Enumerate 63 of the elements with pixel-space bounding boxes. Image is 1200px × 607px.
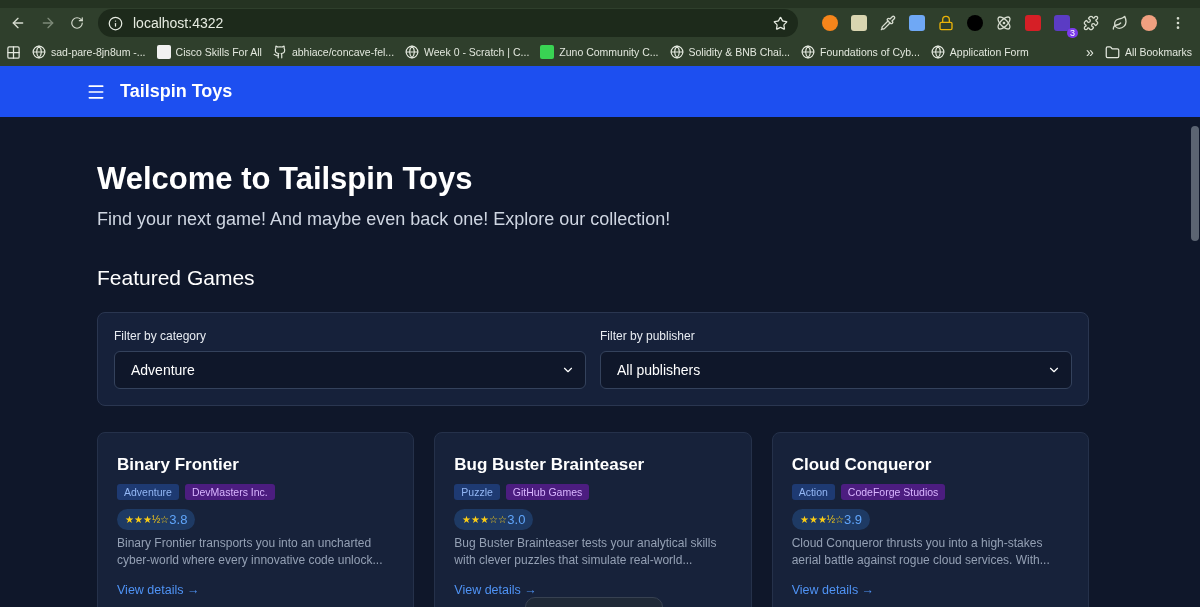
filter-select[interactable]: All publishers: [600, 351, 1072, 389]
folder-icon: [1104, 44, 1120, 60]
globe-icon: [405, 45, 420, 59]
category-tag: Action: [791, 484, 835, 500]
section-heading: Featured Games: [97, 266, 256, 290]
count-badge: 3: [1067, 28, 1078, 38]
bookmark-link[interactable]: Cisco Skills For All: [156, 45, 262, 59]
category-tag: Puzzle: [454, 484, 500, 500]
reload-button[interactable]: [70, 16, 84, 30]
game-title: Binary Frontier: [117, 455, 240, 475]
rating-value: 3.8: [169, 512, 188, 527]
atom-icon[interactable]: [996, 15, 1012, 31]
github-icon: [272, 45, 287, 59]
filter-select[interactable]: Adventure: [114, 351, 586, 389]
game-description: Bug Buster Brainteaser tests your analytical skills with clever puzzles that simulate real-world...: [454, 535, 718, 569]
all-bookmarks-link[interactable]: All Bookmarks: [1104, 44, 1192, 60]
leaf-icon[interactable]: [1112, 15, 1128, 31]
bookmark-link[interactable]: abhiace/concave-fel...: [272, 45, 395, 59]
view-details-link[interactable]: View details →: [117, 583, 395, 597]
site-icon: [156, 45, 171, 59]
rating-value: 3.0: [507, 512, 526, 527]
site-icon: [540, 45, 555, 59]
bookmark-link[interactable]: Application Form: [930, 45, 1029, 59]
lock-icon[interactable]: [938, 15, 954, 31]
game-title: Cloud Conqueror: [791, 455, 933, 475]
page-subtitle: Find your next game! And maybe even back one! Explore our collection!: [97, 209, 672, 230]
extensions-icon[interactable]: [1083, 15, 1099, 31]
back-button[interactable]: [10, 15, 26, 31]
rating-value: 3.9: [844, 512, 863, 527]
avatar-icon[interactable]: [1141, 15, 1157, 31]
game-title: Bug Buster Brainteaser: [454, 455, 646, 475]
filter-label: Filter by publisher: [600, 329, 696, 343]
publisher-tag: DevMasters Inc.: [184, 484, 275, 500]
game-description: Binary Frontier transports you into an uncharted cyber-world where every innovative code unlock...: [117, 535, 384, 569]
globe-icon: [32, 45, 46, 59]
bookmark-star-icon[interactable]: [773, 15, 788, 31]
info-icon: [108, 15, 123, 31]
scrollbar-thumb[interactable]: [1191, 126, 1199, 241]
rating-stars: ★★★☆☆: [462, 514, 508, 525]
bookmark-link[interactable]: Solidity & BNB Chai...: [669, 45, 791, 59]
bookmark-link[interactable]: Foundations of Cyb...: [801, 45, 920, 59]
globe-icon: [930, 45, 945, 59]
rating-stars: ★★★½☆: [125, 514, 170, 525]
publisher-tag: GitHub Games: [505, 484, 590, 500]
eyedropper-icon[interactable]: [880, 15, 896, 31]
forward-button[interactable]: [40, 15, 56, 31]
page-heading: Welcome to Tailspin Toys: [97, 161, 474, 197]
category-tag: Adventure: [117, 484, 179, 500]
view-details-link[interactable]: View details →: [791, 583, 1069, 597]
rating-stars: ★★★½☆: [799, 514, 844, 525]
more-bookmarks-button[interactable]: »: [1086, 44, 1094, 60]
bookmark-link[interactable]: sad-pare-8jn8um -...: [32, 45, 146, 59]
game-description: Cloud Conqueror thrusts you into a high-stakes aerial battle against rogue cloud services. With...: [791, 535, 1051, 569]
address-bar[interactable]: localhost:4322: [98, 9, 798, 37]
publisher-tag: CodeForge Studios: [840, 484, 946, 500]
view-details-link[interactable]: View details →: [454, 583, 732, 597]
site-title: Tailspin Toys: [120, 81, 233, 102]
apps-icon[interactable]: [6, 44, 21, 60]
globe-icon: [669, 45, 684, 59]
bookmark-link[interactable]: Week 0 - Scratch | C...: [405, 45, 530, 59]
globe-icon: [801, 45, 816, 59]
bookmark-link[interactable]: Zuno Community C...: [540, 45, 659, 59]
filter-label: Filter by category: [114, 329, 208, 343]
